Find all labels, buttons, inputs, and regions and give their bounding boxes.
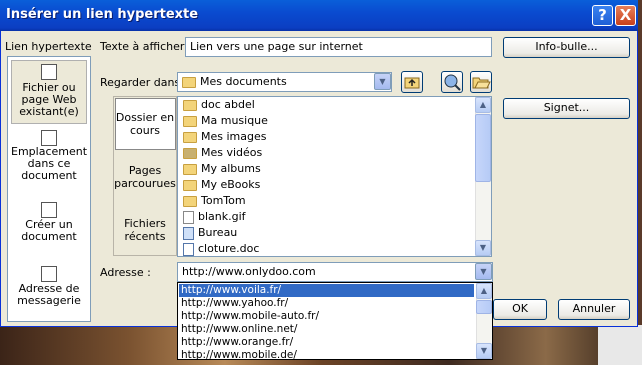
look-in-label: Regarder dans : bbox=[100, 76, 188, 89]
scroll-down-button[interactable]: ▼ bbox=[476, 343, 492, 359]
list-item[interactable]: cloture.doc bbox=[183, 242, 259, 258]
scroll-thumb[interactable] bbox=[475, 114, 491, 182]
text-to-display-input[interactable]: Lien vers une page sur internet bbox=[185, 37, 492, 57]
scroll-thumb[interactable] bbox=[476, 300, 492, 314]
pictures-folder-icon bbox=[183, 131, 197, 143]
bookmark-button[interactable]: Signet... bbox=[503, 98, 630, 119]
look-in-combo[interactable]: Mes documents bbox=[177, 72, 392, 92]
scroll-up-button[interactable]: ▲ bbox=[475, 97, 491, 113]
nav-email-address[interactable]: Adresse de messagerie bbox=[11, 283, 87, 307]
chevron-down-icon[interactable]: ▼ bbox=[475, 263, 492, 280]
screentip-button[interactable]: Info-bulle... bbox=[503, 37, 630, 58]
shortcut-icon bbox=[183, 226, 194, 240]
word-doc-icon bbox=[183, 242, 194, 256]
new-document-icon bbox=[41, 202, 57, 218]
dropdown-item[interactable]: http://www.mobile-auto.fr/ bbox=[179, 310, 474, 323]
address-label: Adresse : bbox=[100, 266, 151, 279]
list-item[interactable]: doc abdel bbox=[183, 98, 255, 114]
list-item[interactable]: TomTom bbox=[183, 194, 246, 210]
list-item[interactable]: Ma musique bbox=[183, 114, 268, 130]
list-item[interactable]: blank.gif bbox=[183, 210, 246, 226]
email-icon bbox=[41, 266, 57, 282]
music-folder-icon bbox=[183, 115, 197, 127]
help-button[interactable]: ? bbox=[592, 5, 613, 26]
tab-browsed-pages[interactable]: Pages parcourues bbox=[113, 164, 177, 190]
cancel-button[interactable]: Annuler bbox=[558, 299, 630, 320]
folder-icon bbox=[183, 99, 197, 111]
web-page-icon bbox=[41, 64, 57, 80]
folder-icon bbox=[183, 179, 197, 191]
chevron-down-icon[interactable]: ▼ bbox=[374, 73, 391, 90]
dropdown-item[interactable]: http://www.yahoo.fr/ bbox=[179, 297, 474, 310]
close-button[interactable]: X bbox=[615, 5, 636, 26]
folder-icon bbox=[183, 163, 197, 175]
folder-up-icon bbox=[404, 77, 420, 89]
folder-icon bbox=[183, 195, 197, 207]
nav-place-in-document[interactable]: Emplacement dans ce document bbox=[11, 146, 87, 182]
browse-file-button[interactable] bbox=[470, 71, 492, 93]
list-item[interactable]: Bureau bbox=[183, 226, 237, 242]
dropdown-item[interactable]: http://www.orange.fr/ bbox=[179, 336, 474, 349]
scroll-down-button[interactable]: ▼ bbox=[475, 240, 491, 256]
tab-recent-files[interactable]: Fichiers récents bbox=[113, 217, 177, 243]
nav-existing-file[interactable]: Fichier ou page Web existant(e) bbox=[11, 82, 87, 118]
dropdown-item[interactable]: http://www.voila.fr/ bbox=[179, 284, 474, 297]
list-item[interactable]: Mes vidéos bbox=[183, 146, 262, 162]
list-item[interactable]: Mes images bbox=[183, 130, 266, 146]
up-one-folder-button[interactable] bbox=[401, 71, 423, 93]
list-item[interactable]: My eBooks bbox=[183, 178, 260, 194]
video-folder-icon bbox=[183, 147, 197, 159]
folder-icon bbox=[182, 77, 196, 88]
document-location-icon bbox=[41, 130, 57, 146]
text-to-display-label: Texte à afficher : bbox=[100, 40, 192, 53]
nav-create-document[interactable]: Créer un document bbox=[11, 219, 87, 243]
link-to-label: Lien hypertexte bbox=[5, 40, 92, 53]
dialog-title: Insérer un lien hypertexte bbox=[6, 7, 199, 22]
list-item[interactable]: My albums bbox=[183, 162, 261, 178]
browse-web-button[interactable] bbox=[441, 71, 463, 93]
address-input[interactable]: http://www.onlydoo.com bbox=[177, 262, 493, 282]
dropdown-item[interactable]: http://www.mobile.de/ bbox=[179, 349, 474, 362]
scroll-up-button[interactable]: ▲ bbox=[476, 283, 492, 299]
dropdown-item[interactable]: http://www.online.net/ bbox=[179, 323, 474, 336]
tab-current-folder[interactable]: Dossier en cours bbox=[113, 111, 177, 137]
ok-button[interactable]: OK bbox=[493, 299, 547, 320]
open-folder-icon bbox=[472, 77, 491, 89]
gif-file-icon bbox=[183, 210, 194, 224]
web-search-icon bbox=[444, 74, 461, 91]
desktop-background-right bbox=[598, 325, 642, 365]
